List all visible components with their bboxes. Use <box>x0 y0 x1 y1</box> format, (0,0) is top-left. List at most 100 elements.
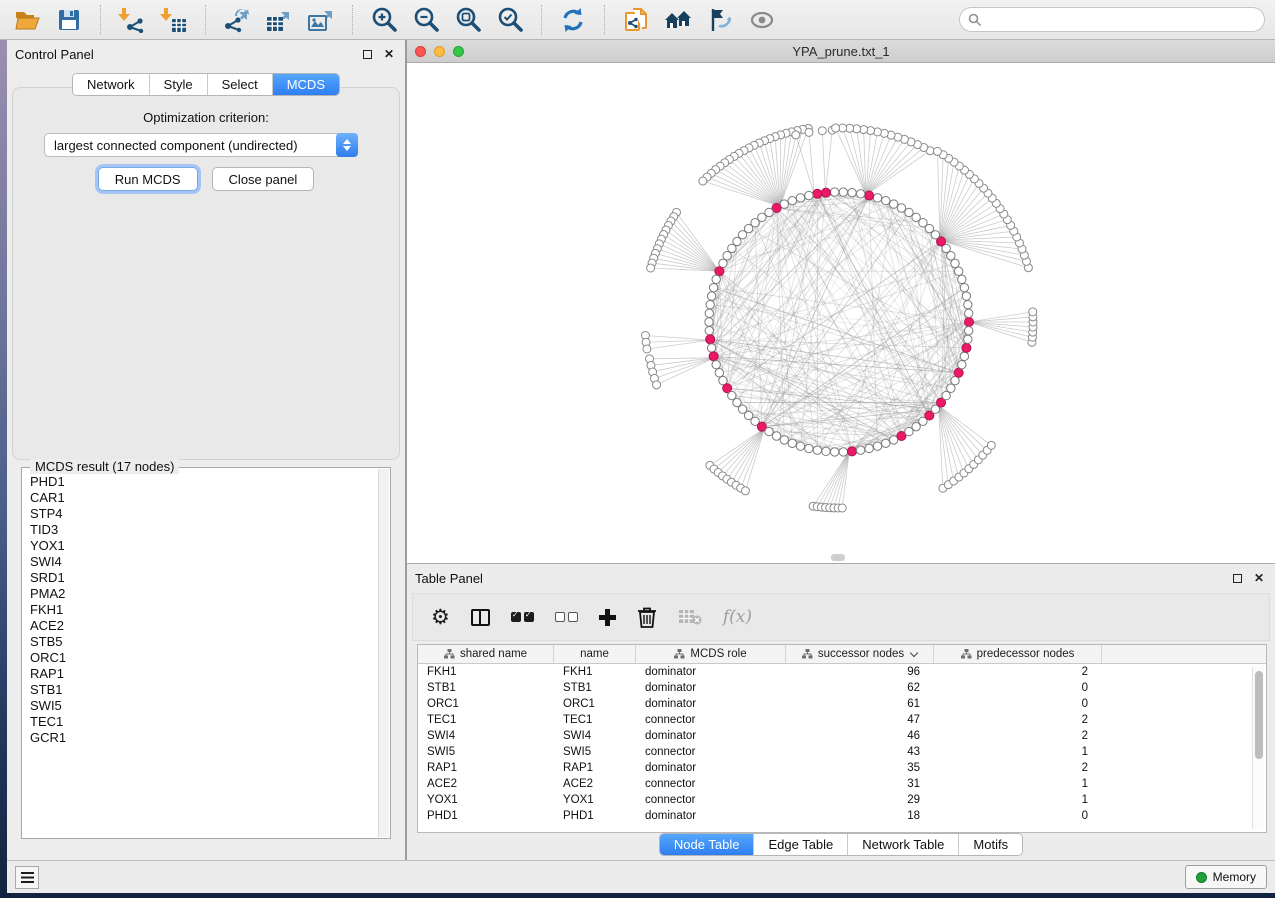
network-node[interactable] <box>707 344 715 352</box>
mcds-result-item[interactable]: STB5 <box>29 634 377 650</box>
mcds-node[interactable] <box>821 188 830 197</box>
clone-network-icon[interactable] <box>619 4 653 36</box>
table-row[interactable]: FKH1FKH1dominator962 <box>418 664 1266 680</box>
delete-column-icon[interactable] <box>637 602 657 632</box>
network-node[interactable] <box>796 194 804 202</box>
network-node[interactable] <box>709 283 717 291</box>
network-node[interactable] <box>706 300 714 308</box>
table-tab-motifs[interactable]: Motifs <box>958 834 1022 855</box>
mcds-result-item[interactable]: YOX1 <box>29 538 377 554</box>
network-node[interactable] <box>905 208 913 216</box>
hide-selected-icon[interactable] <box>703 4 737 36</box>
tab-select[interactable]: Select <box>207 74 272 95</box>
show-all-eye-icon[interactable] <box>745 4 779 36</box>
first-neighbors-icon[interactable] <box>661 4 695 36</box>
table-row[interactable]: TEC1TEC1connector472 <box>418 712 1266 728</box>
mcds-node[interactable] <box>813 189 822 198</box>
float-table-panel-icon[interactable] <box>1229 570 1245 586</box>
network-node[interactable] <box>960 352 968 360</box>
column-header-shared-name[interactable]: shared name <box>418 645 554 663</box>
mcds-result-item[interactable]: TEC1 <box>29 714 377 730</box>
network-node[interactable] <box>962 292 970 300</box>
network-node[interactable] <box>830 188 838 196</box>
search-input[interactable] <box>982 13 1256 27</box>
mcds-node[interactable] <box>848 447 857 456</box>
network-node[interactable] <box>951 259 959 267</box>
network-node[interactable] <box>765 427 773 435</box>
close-panel-icon[interactable]: ✕ <box>381 46 397 62</box>
table-row[interactable]: PHD1PHD1dominator180 <box>418 808 1266 824</box>
memory-button[interactable]: Memory <box>1185 865 1267 889</box>
table-scrollbar-thumb[interactable] <box>1255 671 1263 759</box>
network-node[interactable] <box>897 204 905 212</box>
import-network-icon[interactable] <box>115 4 149 36</box>
select-all-columns-icon[interactable] <box>511 602 534 632</box>
export-table-icon[interactable] <box>262 4 296 36</box>
mcds-result-item[interactable]: TID3 <box>29 522 377 538</box>
float-panel-icon[interactable] <box>359 46 375 62</box>
leaf-node[interactable] <box>699 177 707 185</box>
mcds-node[interactable] <box>709 352 718 361</box>
network-node[interactable] <box>942 391 950 399</box>
mcds-result-item[interactable]: CAR1 <box>29 490 377 506</box>
network-node[interactable] <box>890 200 898 208</box>
mcds-result-item[interactable]: ACE2 <box>29 618 377 634</box>
network-node[interactable] <box>723 252 731 260</box>
network-node[interactable] <box>712 275 720 283</box>
run-mcds-button[interactable]: Run MCDS <box>98 167 198 191</box>
network-node[interactable] <box>882 439 890 447</box>
add-column-icon[interactable] <box>599 602 616 632</box>
network-node[interactable] <box>707 292 715 300</box>
leaf-node[interactable] <box>647 264 655 272</box>
mcds-result-item[interactable]: PMA2 <box>29 586 377 602</box>
network-node[interactable] <box>805 444 813 452</box>
table-tab-node-table[interactable]: Node Table <box>660 834 754 855</box>
network-node[interactable] <box>772 432 780 440</box>
table-row[interactable]: STB1STB1dominator620 <box>418 680 1266 696</box>
network-node[interactable] <box>839 188 847 196</box>
network-node[interactable] <box>947 384 955 392</box>
show-columns-icon[interactable] <box>471 602 490 632</box>
network-node[interactable] <box>830 448 838 456</box>
network-node[interactable] <box>788 196 796 204</box>
leaf-node[interactable] <box>838 504 846 512</box>
network-node[interactable] <box>958 275 966 283</box>
table-row[interactable]: SWI5SWI5connector431 <box>418 744 1266 760</box>
mcds-node[interactable] <box>706 335 715 344</box>
network-node[interactable] <box>780 436 788 444</box>
mcds-result-item[interactable]: STP4 <box>29 506 377 522</box>
mcds-node[interactable] <box>965 318 974 327</box>
table-row[interactable]: RAP1RAP1dominator352 <box>418 760 1266 776</box>
mcds-result-item[interactable]: ORC1 <box>29 650 377 666</box>
mcds-result-item[interactable]: GCR1 <box>29 730 377 746</box>
leaf-node[interactable] <box>741 487 749 495</box>
network-node[interactable] <box>728 244 736 252</box>
network-node[interactable] <box>705 309 713 317</box>
network-canvas[interactable] <box>407 63 1275 563</box>
network-node[interactable] <box>873 194 881 202</box>
network-node[interactable] <box>964 300 972 308</box>
mcds-node[interactable] <box>954 368 963 377</box>
network-node[interactable] <box>788 439 796 447</box>
refresh-layout-icon[interactable] <box>556 4 590 36</box>
network-node[interactable] <box>882 196 890 204</box>
network-node[interactable] <box>873 442 881 450</box>
mcds-node[interactable] <box>962 343 971 352</box>
zoom-out-icon[interactable] <box>409 4 443 36</box>
network-node[interactable] <box>960 283 968 291</box>
search-box[interactable] <box>959 7 1265 32</box>
leaf-node[interactable] <box>653 381 661 389</box>
import-table-icon[interactable] <box>157 4 191 36</box>
network-node[interactable] <box>705 326 713 334</box>
network-node[interactable] <box>715 369 723 377</box>
leaf-node[interactable] <box>805 128 813 136</box>
column-header-name[interactable]: name <box>554 645 636 663</box>
task-history-button[interactable] <box>15 866 39 889</box>
table-tab-network-table[interactable]: Network Table <box>847 834 958 855</box>
network-node[interactable] <box>813 446 821 454</box>
column-header-successor-nodes[interactable]: successor nodes <box>786 645 934 663</box>
network-node[interactable] <box>954 267 962 275</box>
mcds-result-item[interactable]: SWI5 <box>29 698 377 714</box>
leaf-node[interactable] <box>818 127 826 135</box>
table-row[interactable]: SWI4SWI4dominator462 <box>418 728 1266 744</box>
